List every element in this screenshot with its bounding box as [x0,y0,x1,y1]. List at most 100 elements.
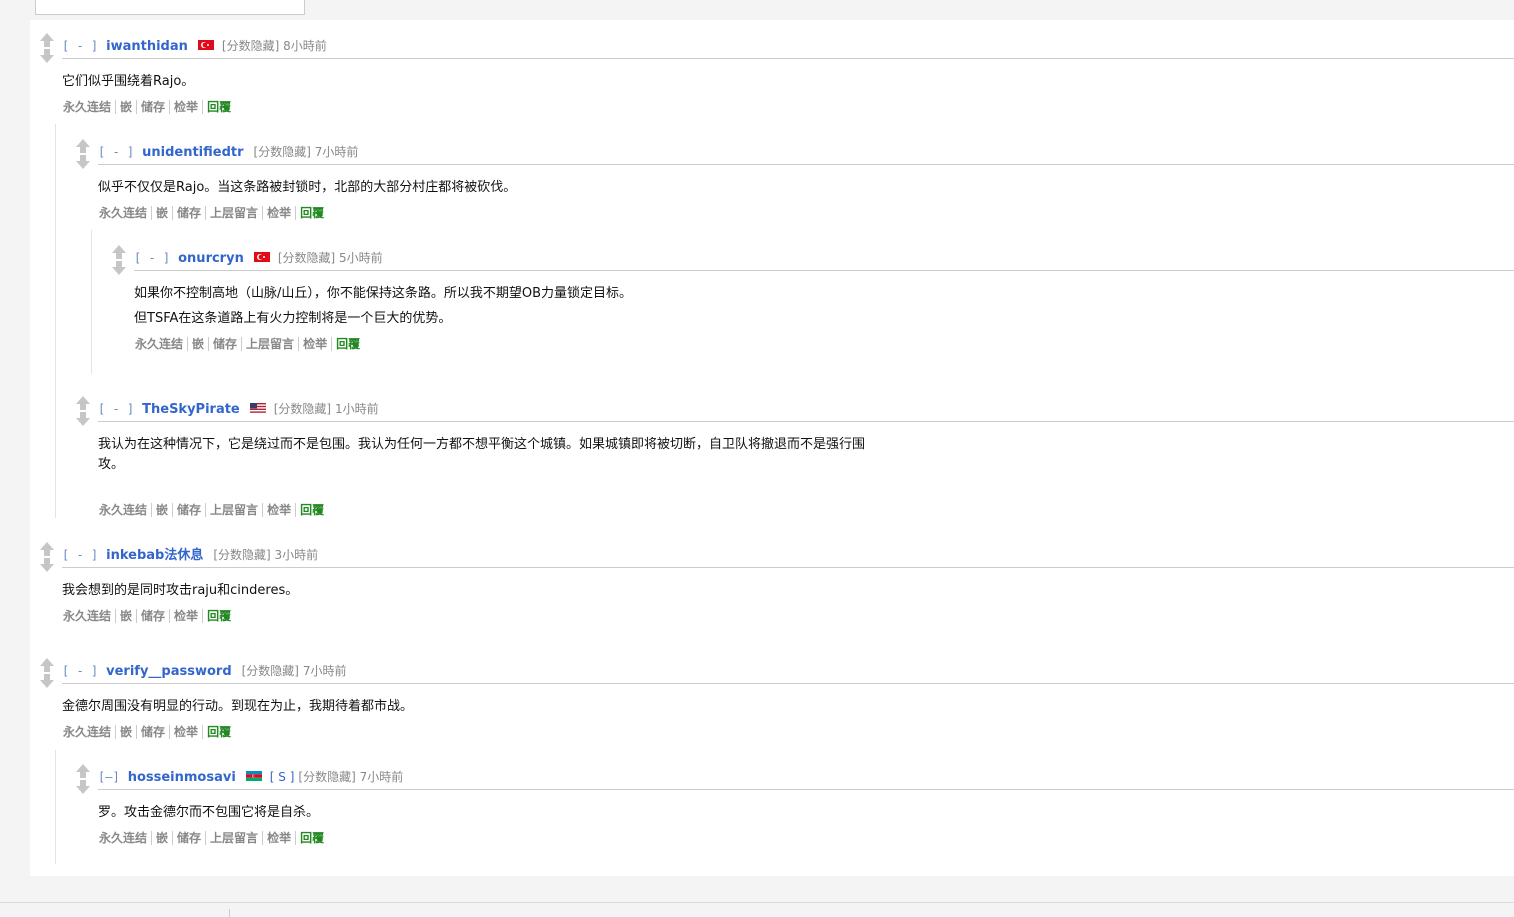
permalink-link[interactable]: 永久连结 [63,725,117,739]
score-hidden: [分数隐藏] [277,251,336,265]
comment-header: [–] hosseinmosavi [ S ] [分数隐藏] 7小時前 [98,767,1514,790]
save-link[interactable]: 储存 [137,725,171,739]
parent-link[interactable]: 上层留言 [242,337,300,351]
upvote-arrow-icon[interactable] [38,657,56,673]
top-input-box[interactable] [35,0,305,15]
comment-author[interactable]: iwanthidan [106,39,188,54]
comment-body: 如果你不控制高地（山脉/山丘），你不能保持这条路。所以我不期望OB力量锁定目标。… [134,281,632,331]
report-link[interactable]: 检举 [170,609,204,623]
reply-link[interactable]: 回覆 [296,831,328,845]
reply-link[interactable]: 回覆 [296,206,328,220]
embed-link[interactable]: 嵌 [116,725,138,739]
permalink-link[interactable]: 永久连结 [99,503,153,517]
upvote-arrow-icon[interactable] [74,763,92,779]
parent-link[interactable]: 上层留言 [206,831,264,845]
downvote-arrow-icon[interactable] [74,411,92,427]
comment-actions: 永久连结嵌储存 上层留言 检举 回覆 [99,204,328,221]
comment-author[interactable]: unidentifiedtr [142,145,243,160]
collapse-toggle[interactable]: [–] [98,770,120,784]
permalink-link[interactable]: 永久连结 [135,337,189,351]
thread-line[interactable] [55,750,56,864]
upvote-arrow-icon[interactable] [74,138,92,154]
comment-header: [ - ] verify__password [分数隐藏] 7小時前 [62,661,1514,684]
parent-link[interactable]: 上层留言 [206,503,264,517]
comment-header: [ - ] unidentifiedtr [分数隐藏] 7小時前 [98,142,1514,165]
downvote-arrow-icon[interactable] [74,154,92,170]
upvote-arrow-icon[interactable] [110,244,128,260]
vote-arrows [38,657,56,689]
save-link[interactable]: 储存 [173,503,207,517]
report-link[interactable]: 检举 [299,337,333,351]
upvote-arrow-icon[interactable] [74,395,92,411]
collapse-toggle[interactable]: [ - ] [62,39,98,53]
reply-link[interactable]: 回覆 [296,503,328,517]
embed-link[interactable]: 嵌 [152,206,174,220]
comment-meta: [分数隐藏] 7小時前 [254,145,359,159]
comment-author[interactable]: inkebab法休息 [106,548,203,563]
embed-link[interactable]: 嵌 [116,100,138,114]
comment-author[interactable]: hosseinmosavi [128,770,236,785]
thread-line[interactable] [55,124,56,518]
comment-header: [ - ] inkebab法休息 [分数隐藏] 3小時前 [62,545,1514,568]
collapse-toggle[interactable]: [ - ] [98,145,134,159]
upvote-arrow-icon[interactable] [38,541,56,557]
thread-line[interactable] [91,230,92,374]
reply-link[interactable]: 回覆 [203,100,235,114]
comment-actions: 永久连结嵌储存 上层留言 检举 回覆 [135,335,364,352]
downvote-arrow-icon[interactable] [38,48,56,64]
save-link[interactable]: 储存 [173,206,207,220]
comment-text: 攻。 [98,457,125,472]
comment-actions: 永久连结嵌储存 上层留言 检举 回覆 [99,829,328,846]
reply-link[interactable]: 回覆 [203,609,235,623]
comment-header: [ - ] iwanthidan [分数隐藏] 8小時前 [62,36,1514,59]
comment-time: 5小時前 [339,251,383,265]
comment-time: 7小時前 [314,145,359,159]
comment-meta: [分数隐藏] 5小時前 [278,251,383,265]
downvote-arrow-icon[interactable] [110,260,128,276]
report-link[interactable]: 检举 [263,503,297,517]
downvote-arrow-icon[interactable] [74,779,92,795]
embed-link[interactable]: 嵌 [152,831,174,845]
save-link[interactable]: 储存 [209,337,243,351]
comment-body: 金德尔周围没有明显的行动。到现在为止，我期待着都市战。 [62,694,413,719]
score-hidden: [分数隐藏] [213,548,271,562]
comment-header: [ - ] onurcryn [分数隐藏] 5小時前 [134,248,1514,271]
embed-link[interactable]: 嵌 [116,609,138,623]
report-link[interactable]: 检举 [170,100,204,114]
permalink-link[interactable]: 永久连结 [99,206,153,220]
comment-header: [ - ] TheSkyPirate [分数隐藏] 1小時前 [98,399,1514,422]
report-link[interactable]: 检举 [263,831,297,845]
comment-author[interactable]: TheSkyPirate [142,402,240,417]
reply-link[interactable]: 回覆 [332,337,364,351]
score-hidden: [分数隐藏] [298,770,356,784]
parent-link[interactable]: 上层留言 [206,206,264,220]
downvote-arrow-icon[interactable] [38,557,56,573]
save-link[interactable]: 储存 [137,609,171,623]
upvote-arrow-icon[interactable] [38,32,56,48]
submitter-tag[interactable]: [ S ] [270,770,295,784]
report-link[interactable]: 检举 [263,206,297,220]
comment-author[interactable]: verify__password [106,664,232,679]
collapse-toggle[interactable]: [ - ] [98,402,134,416]
embed-link[interactable]: 嵌 [152,503,174,517]
collapse-toggle[interactable]: [ - ] [62,548,98,562]
embed-link[interactable]: 嵌 [188,337,210,351]
save-link[interactable]: 储存 [173,831,207,845]
collapse-toggle[interactable]: [ - ] [134,251,170,265]
permalink-link[interactable]: 永久连结 [99,831,153,845]
comment-text: 我会想到的是同时攻击raju和cinderes。 [62,583,299,598]
permalink-link[interactable]: 永久连结 [63,100,117,114]
permalink-link[interactable]: 永久连结 [63,609,117,623]
score-hidden: [分数隐藏] [253,145,311,159]
reply-link[interactable]: 回覆 [203,725,235,739]
comment-time: 7小時前 [359,770,404,784]
vote-arrows [110,244,128,276]
report-link[interactable]: 检举 [170,725,204,739]
vote-arrows [74,138,92,170]
comment-actions: 永久连结嵌储存 上层留言 检举 回覆 [99,501,328,518]
save-link[interactable]: 储存 [137,100,171,114]
comment-author[interactable]: onurcryn [178,251,244,266]
vote-arrows [38,541,56,573]
collapse-toggle[interactable]: [ - ] [62,664,98,678]
downvote-arrow-icon[interactable] [38,673,56,689]
